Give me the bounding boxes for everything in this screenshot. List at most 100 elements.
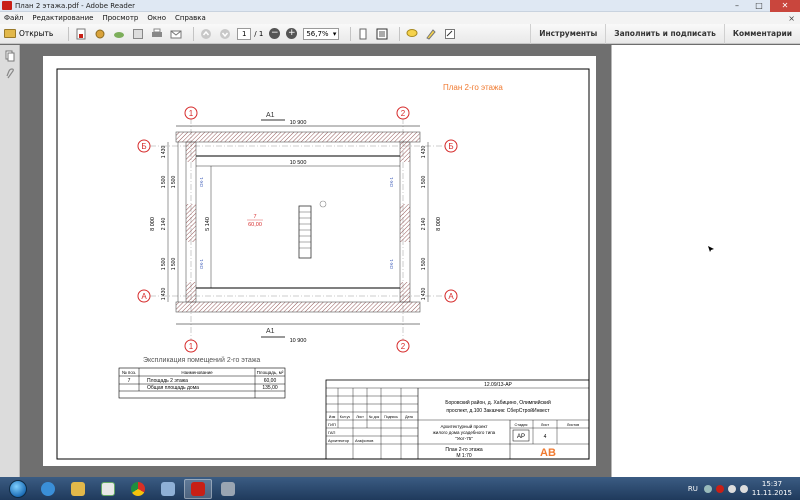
open-label: Открыть [19, 29, 54, 38]
room-number: 7 [253, 214, 256, 220]
menu-window[interactable]: Окно [147, 14, 166, 22]
zoom-in-button[interactable]: + [286, 28, 298, 39]
dim-right-1500-b: 1 500 [421, 258, 427, 271]
taskbar-ie[interactable] [34, 479, 62, 499]
start-button[interactable] [6, 477, 30, 500]
dim-bottom-overall: 10 900 [290, 338, 307, 344]
dim-left-1430-bottom: 1 430 [161, 288, 167, 301]
section-mark-top: A1 [266, 112, 275, 119]
taskbar-media[interactable] [94, 479, 122, 499]
window-controls: – □ ✕ [726, 0, 800, 12]
save-icon[interactable] [131, 27, 145, 41]
chrome-icon [131, 481, 145, 496]
language-indicator[interactable]: RU [688, 485, 698, 493]
navigation-pane [0, 45, 20, 477]
attachments-icon[interactable] [3, 67, 17, 81]
dim-left-2140: 2 140 [161, 218, 167, 231]
wall-top [175, 131, 421, 143]
table-cell: 60,00 [264, 378, 277, 384]
adobe-reader-icon [191, 481, 205, 496]
close-document-button[interactable]: × [788, 14, 795, 23]
comments-pane-button[interactable]: Комментарии [723, 23, 800, 44]
fit-width-icon[interactable] [375, 27, 389, 41]
wall-bottom [175, 301, 421, 313]
wall-left-pier-2 [186, 204, 196, 242]
adobe-tray-icon[interactable] [715, 484, 724, 493]
stamp-sheet-label: Лист [541, 423, 550, 427]
create-pdf-icon[interactable] [74, 27, 88, 41]
explication-heading: Экспликация помещений 2-го этажа [143, 356, 260, 364]
clock[interactable]: 15:37 11.11.2015 [752, 480, 792, 498]
menu-edit[interactable]: Редактирование [32, 14, 93, 22]
grid-label-1-top: 1 [189, 109, 194, 118]
drawing-title: План 2-го этажа [443, 83, 503, 92]
minimize-button[interactable]: – [726, 0, 748, 12]
maximize-button[interactable]: □ [748, 0, 770, 12]
dim-right-overall: 8 000 [436, 217, 442, 231]
wall-right-pier-1 [400, 142, 410, 162]
cloud-upload-icon[interactable] [112, 27, 126, 41]
stamp-header-cell: Дата [405, 415, 413, 419]
page-thumbnails-icon[interactable] [3, 49, 17, 63]
toolbar-separator [350, 26, 352, 41]
wall-left-pier-1 [186, 142, 196, 162]
menu-help[interactable]: Справка [175, 14, 206, 22]
stamp-stage: АР [517, 434, 525, 440]
page-number-input[interactable]: 1 [237, 27, 252, 40]
table-cell: 7 [128, 378, 131, 384]
tray-arrow-icon[interactable] [703, 484, 712, 493]
close-button[interactable]: ✕ [770, 0, 800, 12]
title-bar: План 2 этажа.pdf - Adobe Reader – □ ✕ [0, 0, 800, 12]
taskbar-explorer[interactable] [64, 479, 92, 499]
dim-right-1430-bottom: 1 430 [421, 288, 427, 301]
open-button[interactable]: Открыть [4, 29, 53, 38]
app-icon [221, 481, 235, 496]
taskbar-chrome[interactable] [124, 479, 152, 499]
taskbar-viewer[interactable] [154, 479, 182, 499]
window-tag-right-top: ОК-1 [389, 176, 394, 187]
clock-date: 11.11.2015 [751, 488, 792, 497]
page-total: / 1 [254, 29, 264, 38]
file-explorer-icon [71, 481, 85, 496]
toolbar-separator [68, 26, 70, 41]
table-cell: Общая площадь дома [147, 385, 199, 391]
dim-right-1430-top: 1 430 [421, 146, 427, 159]
print-icon[interactable] [150, 27, 164, 41]
menu-bar: Файл Редактирование Просмотр Окно Справк… [0, 12, 800, 24]
wall-right-pier-3 [400, 282, 410, 302]
fill-sign-pane-button[interactable]: Заполнить и подписать [605, 23, 724, 44]
stamp-role-gap: ГАП [328, 430, 336, 435]
dim-inner-width: 10 500 [290, 160, 307, 166]
zoom-out-button[interactable]: − [269, 28, 281, 39]
window-tag-left-bottom: ОК-1 [199, 258, 204, 269]
grid-label-1-bottom: 1 [189, 342, 194, 351]
previous-page-icon[interactable] [199, 27, 213, 41]
next-page-icon[interactable] [218, 27, 232, 41]
settings-icon[interactable] [93, 27, 107, 41]
explication-header-name: Наименование [181, 370, 213, 375]
stamp-project-line-3: "Уют-75" [455, 436, 473, 441]
network-icon[interactable] [727, 484, 736, 493]
grid-label-a-left: А [141, 292, 147, 301]
window-title: План 2 этажа.pdf - Adobe Reader [15, 1, 136, 10]
internet-explorer-icon [41, 481, 55, 496]
taskbar-other[interactable] [214, 479, 242, 499]
sign-icon[interactable] [443, 27, 457, 41]
grid-label-2-bottom: 2 [401, 342, 406, 351]
zoom-select[interactable]: 56,7% ▾ [303, 27, 340, 40]
windows-taskbar: RU 15:37 11.11.2015 [0, 477, 800, 500]
menu-file[interactable]: Файл [4, 14, 23, 22]
volume-icon[interactable] [739, 484, 748, 493]
document-viewport[interactable]: План 2-го этажа 1 2 1 2 Б Б А А A1 A1 10… [21, 45, 610, 477]
fit-page-icon[interactable] [356, 27, 370, 41]
table-cell: 135,00 [262, 385, 278, 391]
taskbar-adobe-reader[interactable] [184, 478, 212, 499]
dim-right-2140: 2 140 [421, 218, 427, 231]
highlight-icon[interactable] [424, 27, 438, 41]
comment-icon[interactable] [405, 27, 419, 41]
section-mark-bottom: A1 [266, 328, 275, 335]
tools-pane-button[interactable]: Инструменты [530, 23, 605, 44]
media-player-icon [101, 481, 115, 496]
menu-view[interactable]: Просмотр [102, 14, 138, 22]
email-icon[interactable] [169, 27, 183, 41]
